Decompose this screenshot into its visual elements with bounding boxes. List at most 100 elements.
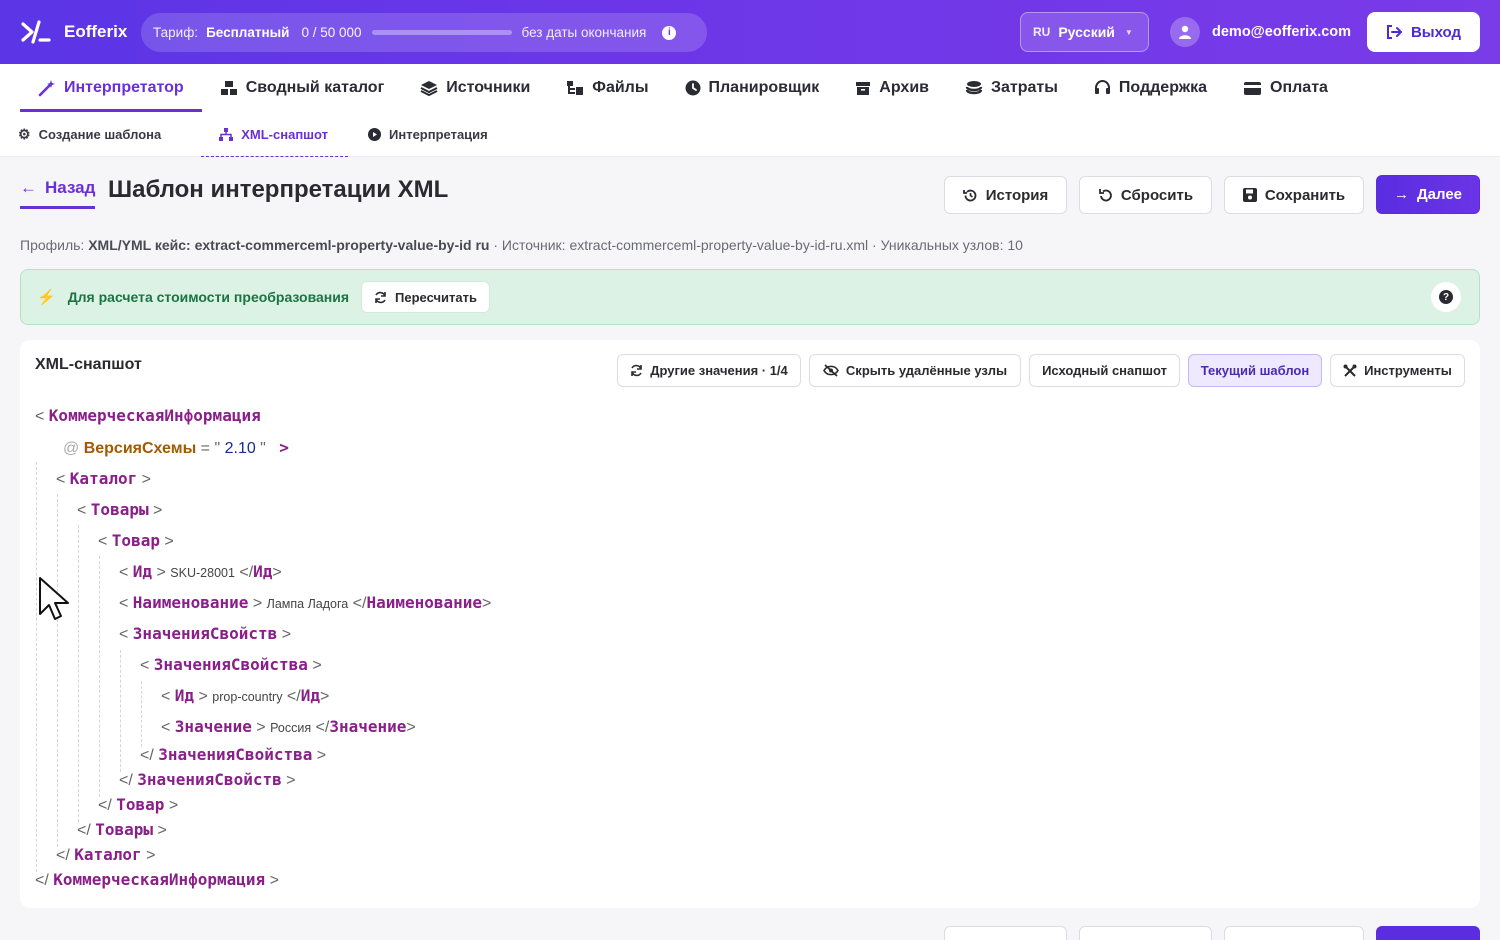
xml-node-catalog-open[interactable]: < Каталог > (56, 469, 151, 489)
xml-node-goods-close[interactable]: </ Товары > (77, 820, 167, 840)
other-values-button[interactable]: Другие значения · 1/4 (617, 354, 801, 387)
save-button-bottom[interactable] (1224, 926, 1364, 940)
xml-tag-name: Значение (174, 717, 252, 736)
back-link[interactable]: ← Назад (20, 178, 96, 209)
hide-deleted-button[interactable]: Скрыть удалённые узлы (809, 354, 1021, 387)
xml-node-id[interactable]: < Ид > SKU-28001 </Ид> (119, 562, 282, 582)
nav-item-archive[interactable]: Архив (837, 64, 947, 112)
subnav-item-label: Интерпретация (389, 127, 488, 142)
logout-button[interactable]: Выход (1367, 12, 1480, 52)
sitemap-icon (219, 128, 234, 141)
tree-guide (36, 462, 37, 872)
info-icon[interactable]: i (662, 25, 677, 40)
xml-node-prop-id[interactable]: < Ид > prop-country </Ид> (161, 686, 329, 706)
xml-tag-name: Товар (111, 531, 160, 550)
tools-icon (1343, 364, 1357, 377)
xml-attribute[interactable]: @ ВерсияСхемы = " 2.10 " > (63, 438, 289, 458)
nav-item-label: Архив (879, 79, 929, 96)
help-button[interactable]: ? (1431, 282, 1461, 312)
recalculate-label: Пересчитать (395, 289, 478, 305)
history-icon (962, 189, 977, 201)
mouse-cursor-icon (39, 577, 69, 620)
xml-node-prop-close[interactable]: </ ЗначенияСвойства > (140, 745, 326, 765)
next-button[interactable]: → Далее (1376, 175, 1480, 214)
xml-node-name[interactable]: < Наименование > Лампа Ладога </Наименов… (119, 593, 491, 613)
other-values-label: Другие значения · 1/4 (650, 363, 788, 378)
nav-item-sources[interactable]: Источники (402, 64, 548, 112)
subnav-item-template[interactable]: ⚙ Создание шаблона (18, 112, 181, 157)
xml-tag-name: Каталог (74, 845, 142, 864)
archive-icon (856, 82, 871, 95)
xml-tag-name: ЗначенияСвойства (153, 655, 308, 674)
xml-node-value[interactable]: < Значение > Россия </Значение> (161, 717, 416, 737)
chevron-down-icon: ▼ (1124, 27, 1133, 37)
xml-node-good-open[interactable]: < Товар > (98, 531, 174, 551)
current-template-label: Текущий шаблон (1200, 363, 1310, 378)
save-button[interactable]: Сохранить (1224, 176, 1364, 214)
subnav-item-xml-snapshot[interactable]: XML-снапшот (201, 112, 348, 157)
sub-nav: ⚙ Создание шаблона XML-снапшот Интерпрет… (0, 112, 1500, 157)
xml-node-root-open[interactable]: < КоммерческаяИнформация (35, 406, 261, 426)
reset-button[interactable]: Сбросить (1079, 176, 1212, 214)
tools-label: Инструменты (1364, 363, 1452, 378)
original-snapshot-button[interactable]: Исходный снапшот (1029, 354, 1180, 387)
xml-node-prop-open[interactable]: < ЗначенияСвойства > (140, 655, 322, 675)
next-button-bottom[interactable] (1376, 926, 1480, 940)
nav-item-support[interactable]: Поддержка (1076, 64, 1225, 112)
xml-node-catalog-close[interactable]: </ Каталог > (56, 845, 155, 865)
refresh-icon (375, 291, 386, 303)
xml-text-value: Лампа Ладога (266, 597, 349, 611)
xml-tag-name: Каталог (69, 469, 138, 488)
nav-item-catalog[interactable]: Сводный каталог (202, 64, 403, 112)
hide-deleted-label: Скрыть удалённые узлы (845, 363, 1008, 378)
page-title: Шаблон интерпретации XML (108, 176, 449, 203)
nav-item-interpreter[interactable]: Интерпретатор (20, 64, 202, 112)
nav-item-payment[interactable]: Оплата (1225, 64, 1346, 112)
undo-icon (1099, 188, 1112, 201)
language-name: Русский (1058, 24, 1115, 40)
current-template-button[interactable]: Текущий шаблон (1188, 354, 1322, 387)
tree-guide (99, 556, 100, 797)
xml-node-goods-open[interactable]: < Товары > (77, 500, 162, 520)
nav-item-scheduler[interactable]: Планировщик (667, 64, 838, 112)
boxes-icon (220, 81, 237, 95)
app-logo[interactable]: Eofferix (20, 18, 127, 46)
tariff-plan: Бесплатный (206, 25, 290, 40)
reset-button-bottom[interactable] (1079, 926, 1212, 940)
alert-text: Для расчета стоимости преобразования (67, 289, 350, 305)
xml-tag-name: КоммерческаяИнформация (53, 870, 266, 889)
xml-tag-name: ЗначенияСвойств (137, 770, 282, 789)
xml-node-good-close[interactable]: </ Товар > (98, 795, 178, 815)
xml-tag-name: ЗначенияСвойства (158, 745, 313, 764)
tariff-usage: 0 / 50 000 (301, 25, 362, 40)
subnav-item-interpretation[interactable]: Интерпретация (368, 112, 508, 157)
language-selector[interactable]: RU Русский ▼ (1020, 12, 1149, 52)
tools-button[interactable]: Инструменты (1330, 354, 1465, 387)
tariff-widget: Тариф: Бесплатный 0 / 50 000 без даты ок… (141, 13, 707, 52)
xml-node-root-close[interactable]: </ КоммерческаяИнформация > (35, 870, 279, 890)
headset-icon (1094, 80, 1110, 94)
gear-icon: ⚙ (18, 126, 31, 142)
nav-item-label: Затраты (990, 79, 1058, 96)
avatar (1170, 17, 1200, 47)
xml-node-props-open[interactable]: < ЗначенияСвойств > (119, 624, 291, 644)
history-button[interactable]: История (944, 176, 1067, 214)
user-menu[interactable]: demo@eofferix.com (1170, 17, 1351, 47)
xml-node-props-close[interactable]: </ ЗначенияСвойств > (119, 770, 296, 790)
xml-tag-name: Наименование (132, 593, 249, 612)
source-info: · Источник: extract-commerceml-property-… (493, 237, 1023, 253)
nav-item-label: Сводный каталог (245, 79, 385, 96)
recalculate-button[interactable]: Пересчитать (361, 281, 491, 313)
eye-slash-icon (823, 364, 839, 377)
xml-tag-name: Ид (300, 686, 320, 705)
save-icon (1242, 188, 1257, 202)
card-title: XML-снапшот (35, 356, 142, 373)
coins-icon (965, 81, 983, 95)
xml-attr-value: 2.10 (224, 440, 256, 457)
history-button-bottom[interactable] (944, 926, 1067, 940)
tariff-period: без даты окончания (521, 25, 647, 40)
nav-item-costs[interactable]: Затраты (947, 64, 1076, 112)
nav-item-files[interactable]: Файлы (548, 64, 666, 112)
refresh-icon (631, 364, 643, 377)
xml-tag-name: Товары (95, 820, 154, 839)
